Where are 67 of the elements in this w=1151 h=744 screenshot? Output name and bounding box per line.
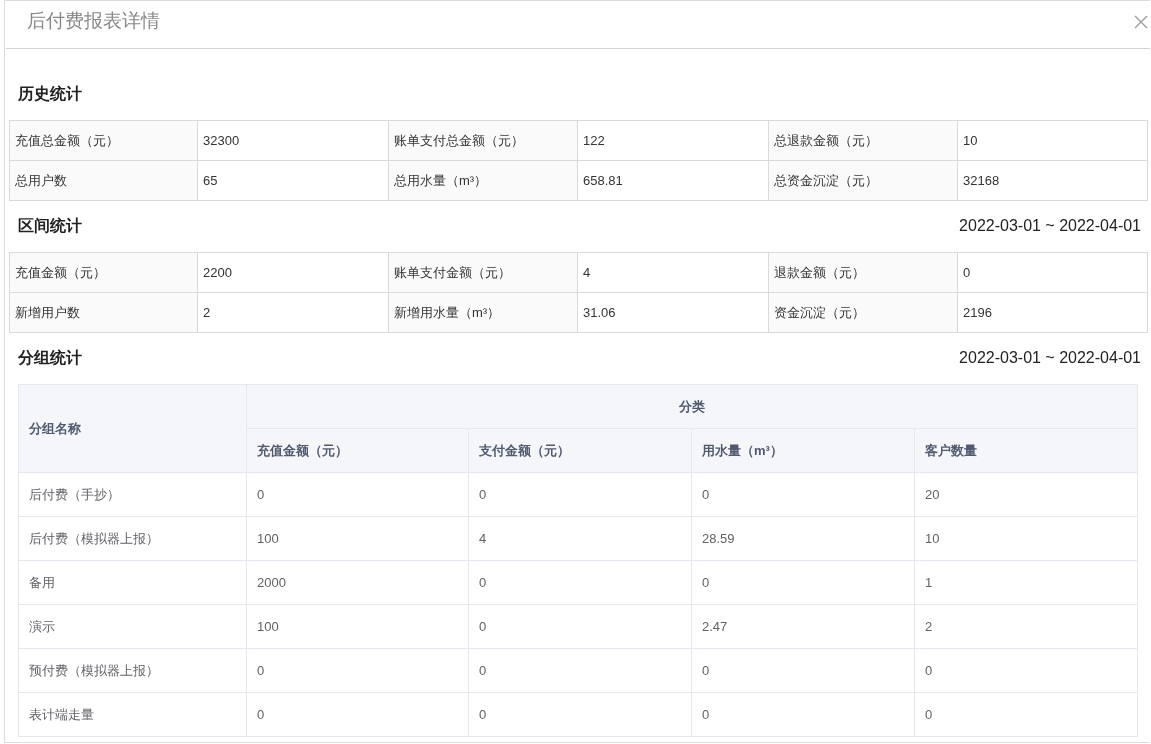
label-cell: 充值总金额（元） xyxy=(9,120,198,161)
table-cell: 演示 xyxy=(18,604,247,649)
value-cell: 65 xyxy=(197,160,389,201)
table-cell: 后付费（手抄） xyxy=(18,472,247,517)
table-cell: 100 xyxy=(246,604,469,649)
date-range: 2022-03-01 ~ 2022-04-01 xyxy=(959,349,1141,367)
label-cell: 账单支付金额（元） xyxy=(388,252,578,293)
close-icon[interactable] xyxy=(1134,14,1148,29)
table-cell: 28.59 xyxy=(691,516,915,561)
table-cell: 备用 xyxy=(18,560,247,605)
label-cell: 新增用户数 xyxy=(9,292,198,333)
table-cell: 0 xyxy=(246,648,469,693)
table-cell: 0 xyxy=(691,472,915,517)
column-group-header: 分类 xyxy=(246,384,1138,429)
value-cell: 10 xyxy=(957,120,1148,161)
date-range: 2022-03-01 ~ 2022-04-01 xyxy=(959,217,1141,235)
dialog-title: 后付费报表详情 xyxy=(27,8,160,33)
column-header: 分组名称 xyxy=(18,384,247,473)
section-title: 分组统计 xyxy=(18,347,82,368)
value-cell: 0 xyxy=(957,252,1148,293)
column-header: 支付金额（元） xyxy=(468,428,692,473)
table-cell: 10 xyxy=(914,516,1138,561)
table-cell: 100 xyxy=(246,516,469,561)
table-cell: 0 xyxy=(691,560,915,605)
table-cell: 1 xyxy=(914,560,1138,605)
table-cell: 后付费（模拟器上报） xyxy=(18,516,247,561)
column-header: 客户数量 xyxy=(914,428,1138,473)
section-title: 历史统计 xyxy=(18,83,82,104)
table-cell: 0 xyxy=(246,472,469,517)
table-cell: 2 xyxy=(914,604,1138,649)
value-cell: 2 xyxy=(197,292,389,333)
table-cell: 0 xyxy=(914,692,1138,737)
table-cell: 0 xyxy=(246,692,469,737)
table-cell: 4 xyxy=(468,516,692,561)
table-cell: 0 xyxy=(914,648,1138,693)
label-cell: 充值金额（元） xyxy=(9,252,198,293)
column-header: 用水量（m³） xyxy=(691,428,915,473)
label-cell: 总用水量（m³） xyxy=(388,160,578,201)
value-cell: 32300 xyxy=(197,120,389,161)
table-cell: 0 xyxy=(468,472,692,517)
value-cell: 31.06 xyxy=(577,292,769,333)
column-header: 充值金额（元） xyxy=(246,428,469,473)
value-cell: 122 xyxy=(577,120,769,161)
label-cell: 总资金沉淀（元） xyxy=(768,160,958,201)
table-cell: 表计端走量 xyxy=(18,692,247,737)
label-cell: 新增用水量（m³） xyxy=(388,292,578,333)
table-cell: 0 xyxy=(468,648,692,693)
value-cell: 4 xyxy=(577,252,769,293)
table-cell: 0 xyxy=(691,692,915,737)
table-cell: 2000 xyxy=(246,560,469,605)
table-cell: 0 xyxy=(468,604,692,649)
value-cell: 32168 xyxy=(957,160,1148,201)
table-cell: 0 xyxy=(468,692,692,737)
value-cell: 2196 xyxy=(957,292,1148,333)
label-cell: 退款金额（元） xyxy=(768,252,958,293)
value-cell: 658.81 xyxy=(577,160,769,201)
table-cell: 预付费（模拟器上报） xyxy=(18,648,247,693)
table-cell: 0 xyxy=(468,560,692,605)
table-cell: 0 xyxy=(691,648,915,693)
table-cell: 20 xyxy=(914,472,1138,517)
label-cell: 账单支付总金额（元） xyxy=(388,120,578,161)
label-cell: 资金沉淀（元） xyxy=(768,292,958,333)
table-cell: 2.47 xyxy=(691,604,915,649)
value-cell: 2200 xyxy=(197,252,389,293)
label-cell: 总用户数 xyxy=(9,160,198,201)
section-title: 区间统计 xyxy=(18,215,82,236)
label-cell: 总退款金额（元） xyxy=(768,120,958,161)
